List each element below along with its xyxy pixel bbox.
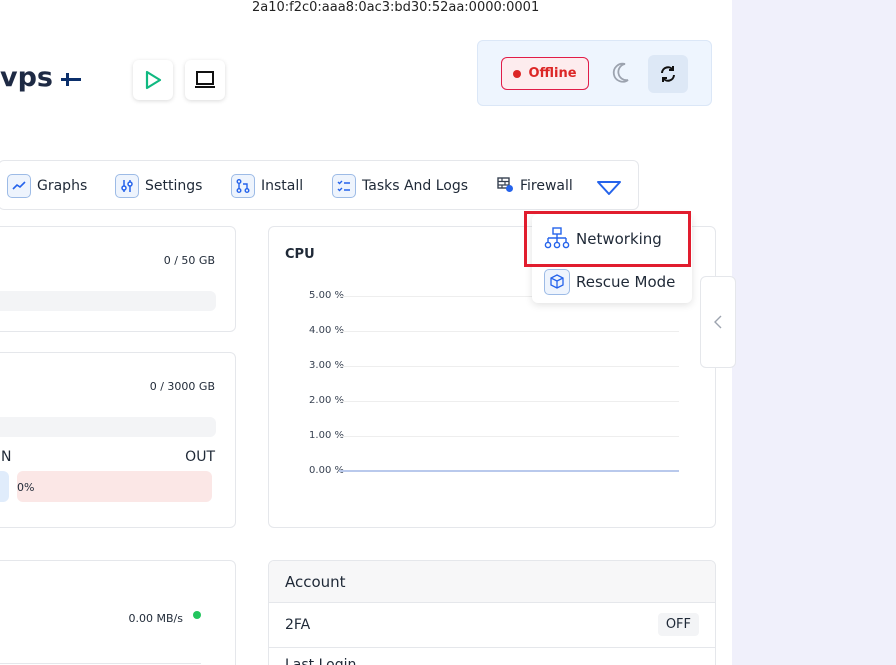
tab-label: Tasks And Logs [362,178,469,194]
status-dot-icon [193,611,201,619]
divider [0,663,201,664]
bandwidth-card: 0 / 3000 GB N OUT 0% [0,352,236,528]
y-tick-label: 0.00 % [309,465,344,476]
status-panel: Offline [477,40,712,106]
account-row-label: 2FA [285,617,311,633]
refresh-button[interactable] [648,55,688,93]
chevron-left-icon [714,315,722,329]
bandwidth-usage: 0 / 3000 GB [149,380,215,393]
tab-graphs[interactable]: Graphs [7,173,87,199]
y-tick-label: 1.00 % [309,430,344,441]
disk-usage: 0 / 50 GB [163,254,215,267]
y-tick-label: 4.00 % [309,325,344,336]
network-speed-card: 0.00 MB/s [0,560,236,665]
console-button[interactable] [185,60,225,100]
collapse-sidebar-button[interactable] [700,276,736,368]
bandwidth-out-label: OUT [185,449,215,465]
bandwidth-in-bar [0,471,9,502]
series-line [339,470,679,472]
divider [269,647,715,648]
tab-install[interactable]: Install [231,173,303,199]
status-badge: Offline [501,57,589,90]
sliders-icon [115,174,139,198]
finland-flag-icon [61,73,81,86]
y-tick-label: 5.00 % [309,290,344,301]
bandwidth-out-percent: 0% [17,481,35,494]
grid-line [339,401,679,402]
menu-item-rescue-mode[interactable]: Rescue Mode [544,267,675,297]
install-icon [231,174,255,198]
menu-item-label: Rescue Mode [576,273,676,291]
ipv6-address: 2a10:f2c0:aaa8:0ac3:bd30:52aa:0000:0001 [252,0,540,15]
account-header: Account [269,561,715,603]
grid-line [339,331,679,332]
highlight-box [524,211,691,267]
graph-icon [7,174,31,198]
firewall-icon [496,175,514,197]
tab-label: Settings [145,178,203,194]
page-background-right [732,0,896,665]
account-card: Account 2FA OFF Last Login [268,560,716,665]
refresh-icon [661,66,675,82]
tab-label: Install [261,178,304,194]
tab-tasks-and-logs[interactable]: Tasks And Logs [332,173,468,199]
network-speed-value: 0.00 MB/s [128,612,183,625]
rescue-icon [544,269,570,295]
status-dot-icon [513,69,522,78]
play-icon [145,70,162,90]
tab-label: Firewall [520,178,573,194]
bandwidth-in-label: N [1,449,12,465]
account-title: Account [285,573,346,591]
chevron-down-icon [597,181,621,195]
tasks-icon [332,174,356,198]
disk-progress-bar [0,291,216,311]
tab-label: Graphs [37,178,88,194]
grid-line [339,366,679,367]
grid-line [339,436,679,437]
start-button[interactable] [133,60,173,100]
bandwidth-out-bar: 0% [17,471,212,502]
tab-settings[interactable]: Settings [115,173,202,199]
status-label: Offline [528,66,577,81]
moon-icon[interactable] [611,60,637,86]
y-tick-label: 3.00 % [309,360,344,371]
disk-card: 0 / 50 GB [0,226,236,332]
account-row-label: Last Login [285,657,357,665]
bandwidth-progress-bar [0,417,216,437]
server-tabs: Graphs Settings Install Tasks And Logs F… [0,160,639,210]
more-tabs-button[interactable] [596,175,622,201]
tab-firewall[interactable]: Firewall [496,173,573,199]
server-title: vps [0,62,53,93]
cpu-title: CPU [285,247,315,262]
y-tick-label: 2.00 % [309,395,344,406]
laptop-icon [195,71,215,88]
2fa-status-badge: OFF [657,613,699,636]
